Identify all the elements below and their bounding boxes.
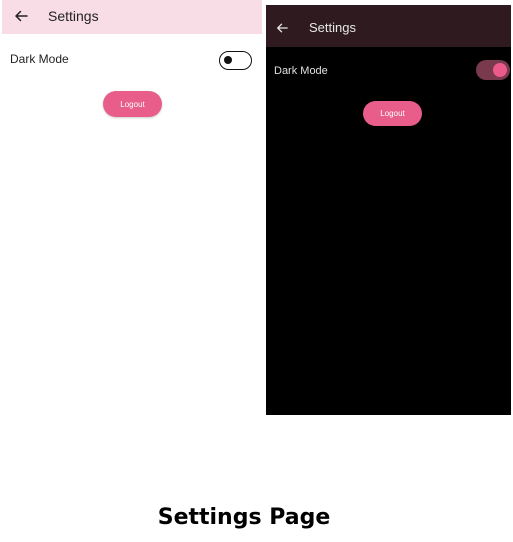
light-mode-screen: Settings Dark Mode Logout bbox=[0, 0, 262, 415]
dark-mode-toggle[interactable] bbox=[476, 60, 510, 80]
arrow-left-icon[interactable] bbox=[14, 9, 28, 23]
dark-mode-label: Dark Mode bbox=[274, 65, 328, 77]
page-title: Settings bbox=[48, 8, 99, 24]
toggle-knob bbox=[224, 56, 232, 64]
comparison-canvas: Settings Dark Mode Logout Settings Dark … bbox=[0, 0, 513, 542]
dark-mode-screen: Settings Dark Mode Logout bbox=[266, 5, 511, 415]
app-bar bbox=[266, 11, 511, 47]
page-title: Settings bbox=[309, 20, 356, 35]
toggle-knob bbox=[493, 63, 507, 77]
app-bar: Settings bbox=[2, 0, 262, 34]
logout-button[interactable]: Logout bbox=[103, 91, 162, 117]
figure-caption: Settings Page bbox=[157, 505, 331, 530]
logout-button[interactable]: Logout bbox=[363, 101, 422, 126]
dark-mode-label: Dark Mode bbox=[10, 52, 69, 66]
dark-mode-toggle[interactable] bbox=[219, 51, 252, 70]
arrow-left-icon[interactable] bbox=[276, 22, 288, 34]
